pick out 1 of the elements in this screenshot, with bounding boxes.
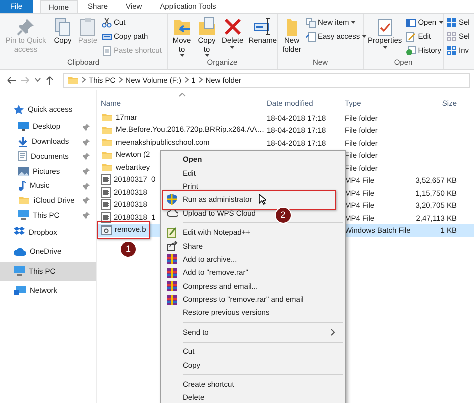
step-number: 1 (120, 240, 137, 258)
